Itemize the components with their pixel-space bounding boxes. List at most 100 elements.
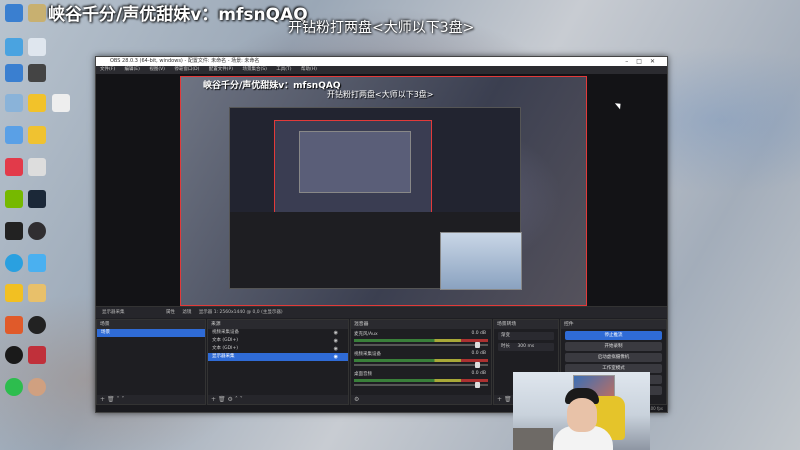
gear-icon[interactable]: ⚙ (354, 396, 359, 403)
chevron-down-icon[interactable]: ˅ (121, 396, 124, 403)
start-recording-button[interactable]: 开始录制 (565, 342, 662, 351)
add-icon[interactable]: + (211, 396, 216, 403)
duration-value[interactable]: 300 ms (517, 344, 534, 349)
display-select[interactable]: 显示器 1: 2560x1440 @ 0,0 (主显示器) (199, 310, 283, 315)
app-icon[interactable] (28, 64, 46, 82)
stream-subtitle-overlay: 开钻粉打两盘<大师以下3盘> (288, 20, 475, 36)
source-item[interactable]: 视频采集设备 ◉ (208, 329, 348, 337)
app-icon[interactable] (28, 316, 46, 334)
stream-title-overlay: 峡谷千分/声优甜妹v：mfsnQAQ (48, 5, 308, 25)
menu-docks[interactable]: 停靠窗口(D) (174, 67, 199, 72)
app-icon[interactable] (28, 4, 46, 22)
slider-knob[interactable] (474, 382, 480, 388)
app-icon[interactable] (28, 346, 46, 364)
add-icon[interactable]: + (497, 396, 502, 403)
eye-icon[interactable]: ◉ (334, 345, 338, 353)
app-icon[interactable] (28, 378, 46, 396)
steam-icon[interactable] (28, 190, 46, 208)
qq-icon[interactable] (5, 346, 23, 364)
app-icon[interactable] (52, 94, 70, 112)
trash-icon[interactable]: 🗑 (107, 396, 115, 403)
app-icon[interactable] (5, 158, 23, 176)
app-icon[interactable] (5, 4, 23, 22)
channel-level: 0.0 dB (471, 331, 486, 336)
preview-area[interactable]: 峡谷千分/声优甜妹v：mfsnQAQ 开钻粉打两盘<大师以下3盘> (96, 74, 667, 306)
computer-icon[interactable] (5, 38, 23, 56)
nested-preview-deep (299, 131, 411, 193)
source-item[interactable]: 显示器采集 ◉ (208, 353, 348, 361)
trash-icon[interactable]: 🗑 (218, 396, 226, 403)
chevron-down-icon[interactable]: ˅ (240, 396, 243, 403)
scenes-dock: 场景 场景 + 🗑 ˄ ˅ (96, 319, 206, 405)
app-icon[interactable] (5, 126, 23, 144)
app-icon[interactable] (5, 64, 23, 82)
canvas-subtitle-text: 开钻粉打两盘<大师以下3盘> (327, 90, 434, 99)
sources-title: 来源 (208, 320, 348, 329)
app-icon[interactable] (5, 316, 23, 334)
source-label: 文本 (GDI+) (212, 338, 238, 343)
app-icon[interactable] (28, 284, 46, 302)
app-icon[interactable] (28, 254, 46, 272)
source-toolbar: 显示器采集 属性 滤镜 显示器 1: 2560x1440 @ 0,0 (主显示器… (96, 306, 667, 318)
app-icon[interactable] (5, 94, 23, 112)
chevron-up-icon[interactable]: ˄ (235, 396, 238, 403)
app-icon[interactable] (28, 158, 46, 176)
source-label: 显示器采集 (212, 354, 235, 359)
recycle-bin-icon[interactable] (28, 38, 46, 56)
sources-footer: + 🗑 ⚙ ˄ ˅ (208, 395, 348, 404)
trash-icon[interactable]: 🗑 (504, 396, 512, 403)
app-icon[interactable] (28, 126, 46, 144)
properties-button[interactable]: 属性 (166, 310, 175, 315)
slider-knob[interactable] (474, 342, 480, 348)
obs-icon[interactable] (28, 222, 46, 240)
duration-label: 时长 (501, 344, 510, 349)
app-icon[interactable] (5, 284, 23, 302)
preview-canvas[interactable]: 峡谷千分/声优甜妹v：mfsnQAQ 开钻粉打两盘<大师以下3盘> (180, 76, 587, 306)
stop-streaming-button[interactable]: 停止推流 (565, 331, 662, 340)
menu-help[interactable]: 帮助(H) (301, 67, 317, 72)
app-icon[interactable] (5, 222, 23, 240)
menu-edit[interactable]: 编辑(E) (125, 67, 140, 72)
virtual-camera-button[interactable]: 启动虚拟摄像机 (565, 353, 662, 362)
obs-window[interactable]: OBS 28.0.3 (64-bit, windows) - 配置文件: 未命名… (95, 56, 668, 413)
edge-icon[interactable] (5, 254, 23, 272)
chevron-up-icon[interactable]: ˄ (117, 396, 120, 403)
add-icon[interactable]: + (100, 396, 105, 403)
person-head (567, 398, 597, 432)
menu-file[interactable]: 文件(F) (100, 67, 115, 72)
window-controls[interactable]: –□✕ (625, 57, 663, 66)
eye-icon[interactable]: ◉ (334, 329, 338, 337)
desk (513, 428, 553, 450)
menu-tools[interactable]: 工具(T) (276, 67, 291, 72)
nested-preview (229, 107, 522, 290)
mixer-title: 混音器 (351, 320, 491, 329)
gear-icon[interactable]: ⚙ (228, 396, 233, 403)
slider-knob[interactable] (474, 362, 480, 368)
duration-field[interactable]: 时长 300 ms (498, 343, 554, 351)
nvidia-icon[interactable] (5, 190, 23, 208)
volume-slider[interactable] (354, 362, 488, 368)
volume-meter (354, 359, 488, 362)
channel-name: 视频采集设备 (354, 352, 381, 357)
wechat-icon[interactable] (5, 378, 23, 396)
volume-slider[interactable] (354, 382, 488, 388)
transition-select[interactable]: 渐变 (498, 332, 554, 340)
window-titlebar[interactable]: OBS 28.0.3 (64-bit, windows) - 配置文件: 未命名… (96, 57, 667, 66)
eye-icon[interactable]: ◉ (334, 353, 338, 361)
filters-button[interactable]: 滤镜 (182, 310, 191, 315)
source-item[interactable]: 文本 (GDI+) ◉ (208, 345, 348, 353)
menu-profile[interactable]: 配置文件(P) (209, 67, 233, 72)
menu-bar: 文件(F) 编辑(E) 视图(V) 停靠窗口(D) 配置文件(P) 场景集合(S… (96, 66, 667, 74)
eye-icon[interactable]: ◉ (334, 337, 338, 345)
menu-view[interactable]: 视图(V) (149, 67, 165, 72)
source-label: 文本 (GDI+) (212, 346, 238, 351)
menu-scene-collection[interactable]: 场景集合(S) (242, 67, 266, 72)
volume-meter (354, 379, 488, 382)
channel-level: 0.0 dB (471, 371, 486, 376)
scene-item[interactable]: 场景 (97, 329, 205, 337)
volume-slider[interactable] (354, 342, 488, 348)
app-icon[interactable] (28, 94, 46, 112)
mixer-dock: 混音器 麦克风/Aux 0.0 dB 视频采集设备 0.0 dB 桌面音频 0.… (350, 319, 492, 405)
source-item[interactable]: 文本 (GDI+) ◉ (208, 337, 348, 345)
webcam-feed (513, 372, 650, 450)
